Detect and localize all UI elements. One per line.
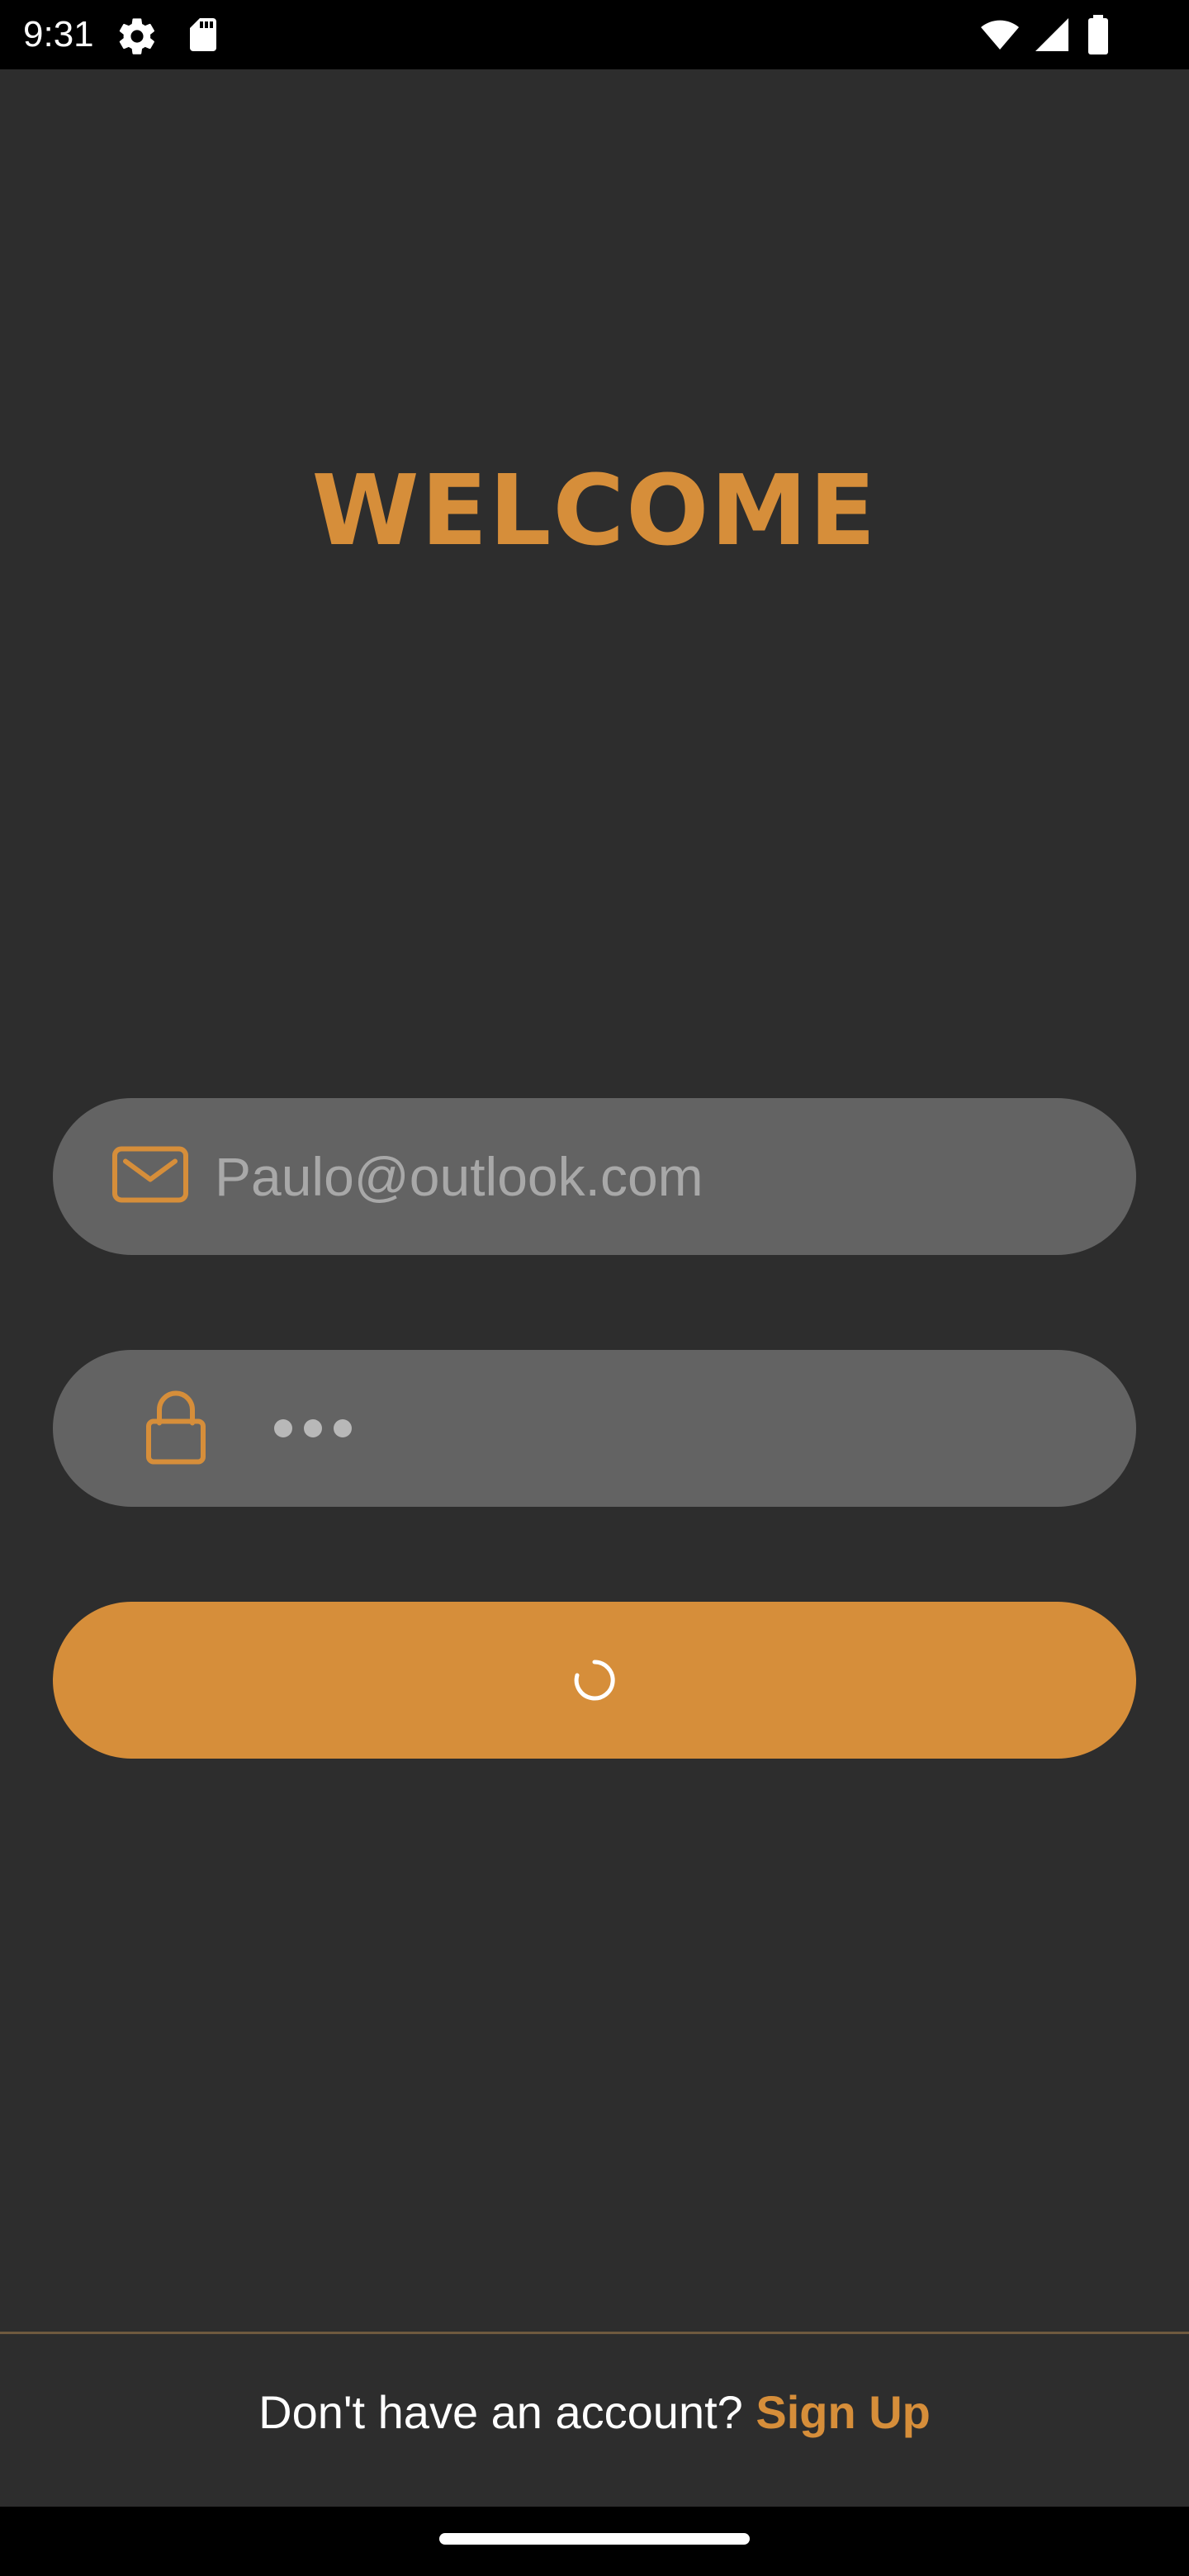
footer-divider [0, 2332, 1189, 2334]
lock-icon [145, 1389, 206, 1469]
email-field[interactable]: Paulo@outlook.com [53, 1098, 1136, 1255]
password-dot [304, 1419, 322, 1437]
home-gesture-handle[interactable] [439, 2533, 750, 2545]
status-bar: 9:31 [0, 0, 1189, 69]
settings-icon [116, 15, 159, 54]
cellular-signal-icon [1032, 15, 1072, 54]
status-time: 9:31 [23, 14, 94, 54]
password-field[interactable] [53, 1350, 1136, 1507]
welcome-title: WELCOME [311, 453, 878, 567]
signup-link[interactable]: Sign Up [756, 2386, 931, 2438]
spinner-icon [571, 1657, 618, 1703]
signup-prompt: Don't have an account? [258, 2386, 756, 2438]
battery-icon [1087, 15, 1110, 54]
password-mask [274, 1419, 352, 1437]
sd-card-icon [183, 15, 223, 54]
password-dot [334, 1419, 352, 1437]
mail-icon [112, 1146, 188, 1207]
login-button[interactable] [53, 1602, 1136, 1759]
email-value: Paulo@outlook.com [215, 1146, 703, 1207]
navigation-bar [0, 2507, 1189, 2576]
password-dot [274, 1419, 292, 1437]
wifi-icon [978, 15, 1022, 54]
login-screen: 9:31 WELCOME Paulo@outlook.com Don't hav… [0, 0, 1189, 2576]
signup-row: Don't have an account? Sign Up [0, 2378, 1189, 2447]
